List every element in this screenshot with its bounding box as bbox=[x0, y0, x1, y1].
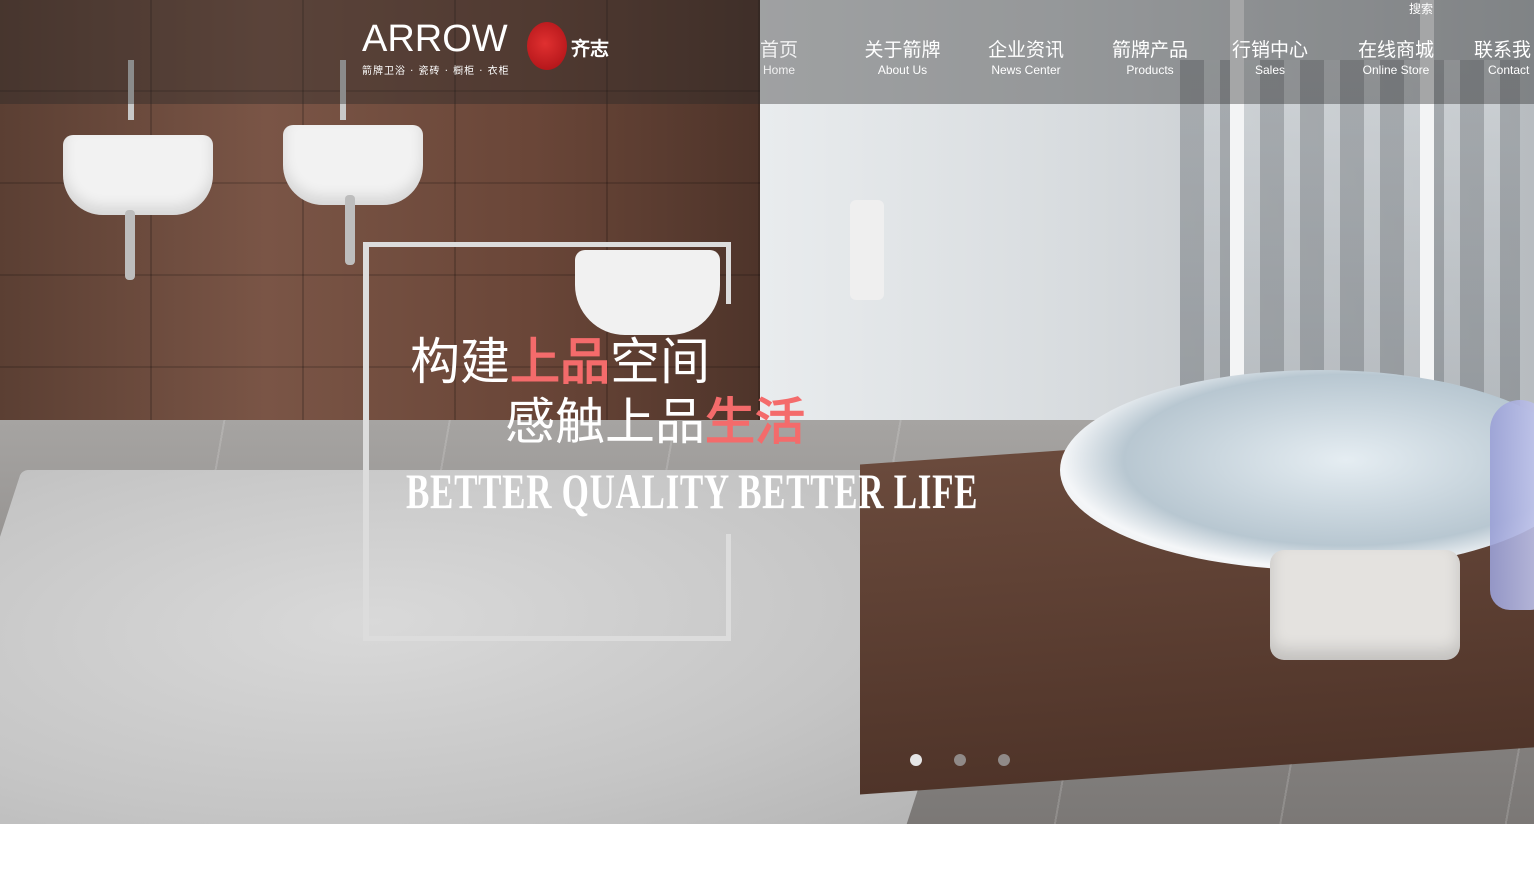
carousel-dot-2[interactable] bbox=[954, 754, 966, 766]
brand-name: 齐志 bbox=[571, 38, 610, 60]
slogan-line-1: 构建上品空间 bbox=[410, 333, 710, 391]
arrow-logo[interactable]: ARROW 箭牌卫浴 · 瓷砖 · 橱柜 · 衣柜 bbox=[362, 20, 510, 77]
brand-seal-icon bbox=[527, 22, 567, 70]
glass-vase bbox=[1490, 400, 1534, 610]
nav-news[interactable]: 企业资讯 News Center bbox=[978, 38, 1074, 78]
towel bbox=[1270, 550, 1460, 660]
nav-products[interactable]: 箭牌产品 Products bbox=[1102, 38, 1198, 78]
slogan-line-2: 感触上品生活 bbox=[505, 393, 805, 451]
slogan-tagline: BETTER QUALITY BETTER LIFE bbox=[406, 463, 979, 519]
drain-pipe bbox=[345, 195, 355, 265]
drain-pipe bbox=[125, 210, 135, 280]
search-link[interactable]: 搜索 bbox=[1409, 0, 1433, 17]
nav-online-store[interactable]: 在线商城 Online Store bbox=[1346, 38, 1446, 78]
nav-home[interactable]: 首页 Home bbox=[739, 38, 819, 78]
nav-sales[interactable]: 行销中心 Sales bbox=[1222, 38, 1318, 78]
flower-vase bbox=[850, 200, 884, 300]
nav-about[interactable]: 关于箭牌 About Us bbox=[855, 38, 950, 78]
sink bbox=[63, 135, 213, 215]
hero-banner: 构建上品空间 感触上品生活 BETTER QUALITY BETTER LIFE bbox=[0, 0, 1534, 824]
nav-contact[interactable]: 联系我 Contact bbox=[1474, 38, 1534, 78]
carousel-dot-3[interactable] bbox=[998, 754, 1010, 766]
header-bar: ARROW 箭牌卫浴 · 瓷砖 · 橱柜 · 衣柜 齐志 搜索 首页 Home 关… bbox=[0, 0, 1534, 104]
carousel-dot-1[interactable] bbox=[910, 754, 922, 766]
sink bbox=[283, 125, 423, 205]
